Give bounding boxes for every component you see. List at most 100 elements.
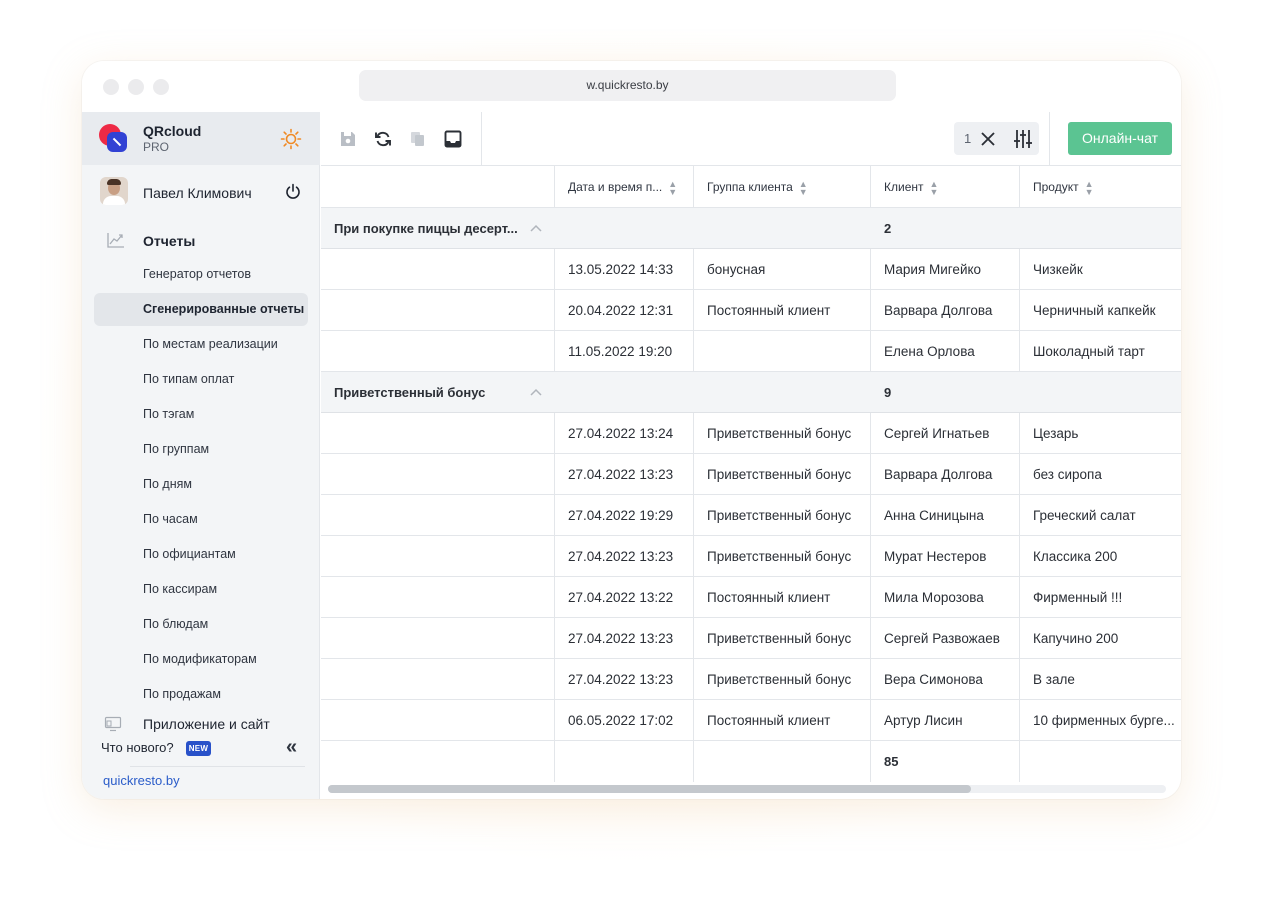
- sidebar-item-by-hours[interactable]: По часам: [94, 503, 308, 536]
- save-icon[interactable]: [338, 129, 358, 149]
- sidebar-item-report-generator[interactable]: Генератор отчетов: [94, 258, 308, 291]
- title-bar: w.quickresto.by: [82, 61, 1181, 112]
- main-content: 1 Онлайн-чат Дата и время п... ▲ ▼ Групп…: [321, 112, 1181, 799]
- horizontal-scrollbar[interactable]: [328, 785, 1166, 793]
- table-cell: [321, 577, 555, 617]
- chart-trend-icon: [107, 233, 124, 248]
- table-cell: Чизкейк: [1033, 262, 1083, 277]
- sidebar-item-by-locations[interactable]: По местам реализации: [94, 328, 308, 361]
- group-row[interactable]: Приветственный бонус 9: [321, 372, 1181, 413]
- brand-plan: PRO: [143, 140, 170, 154]
- table-cell: Варвара Долгова: [871, 454, 1020, 494]
- sidebar-item-by-groups[interactable]: По группам: [94, 433, 308, 466]
- table-row[interactable]: 20.04.2022 12:31 Постоянный клиент Варва…: [321, 290, 1181, 331]
- table-cell: [321, 249, 555, 289]
- table-cell: [321, 454, 555, 494]
- copy-icon[interactable]: [408, 129, 428, 149]
- online-chat-button[interactable]: Онлайн-чат: [1068, 122, 1172, 155]
- table-cell: Приветственный бонус: [694, 454, 871, 494]
- table-row[interactable]: 27.04.2022 13:23 Приветственный бонус Му…: [321, 536, 1181, 577]
- table-cell: Приветственный бонус: [694, 495, 871, 535]
- sliders-icon[interactable]: [1012, 128, 1034, 150]
- column-header-product[interactable]: Продукт ▲ ▼: [1020, 166, 1181, 207]
- group-row[interactable]: При покупке пиццы десерт... 2: [321, 208, 1181, 249]
- column-header-datetime[interactable]: Дата и время п... ▲ ▼: [555, 166, 694, 207]
- table-cell: Постоянный клиент: [694, 577, 871, 617]
- refresh-icon[interactable]: [373, 129, 393, 149]
- table-row[interactable]: 27.04.2022 13:23 Приветственный бонус Ве…: [321, 659, 1181, 700]
- toolbar: 1 Онлайн-чат: [321, 112, 1181, 166]
- table-cell: Постоянный клиент: [694, 700, 871, 740]
- user-profile[interactable]: Павел Климович: [82, 165, 320, 217]
- table-cell: 27.04.2022 13:23: [555, 454, 694, 494]
- collapse-sidebar-icon[interactable]: «: [286, 736, 297, 759]
- sort-icon[interactable]: ▲ ▼: [668, 179, 677, 196]
- monitor-icon: [104, 716, 122, 732]
- table-cell: Артур Лисин: [871, 700, 1020, 740]
- app-and-site-label: Приложение и сайт: [143, 716, 270, 732]
- theme-sun-icon[interactable]: [280, 128, 302, 150]
- close-icon[interactable]: [979, 130, 997, 148]
- table-row[interactable]: 11.05.2022 19:20 Елена Орлова Шоколадный…: [321, 331, 1181, 372]
- sidebar-item-by-waiters[interactable]: По официантам: [94, 538, 308, 571]
- table-cell: Классика 200: [1033, 549, 1118, 564]
- active-filter-chip[interactable]: 1: [954, 122, 1039, 155]
- column-header-label: Группа клиента: [707, 180, 793, 194]
- table-cell: Черничный капкейк: [1033, 303, 1156, 318]
- power-icon[interactable]: [285, 183, 301, 199]
- table-cell: Мурат Нестеров: [871, 536, 1020, 576]
- group-count: 9: [884, 385, 892, 400]
- app-and-site-section[interactable]: Приложение и сайт: [82, 712, 320, 736]
- table-row[interactable]: 27.04.2022 13:23 Приветственный бонус Се…: [321, 618, 1181, 659]
- column-header-client-group[interactable]: Группа клиента ▲ ▼: [694, 166, 871, 207]
- sidebar-item-by-days[interactable]: По дням: [94, 468, 308, 501]
- table-cell: [555, 741, 694, 782]
- sidebar-item-by-cashiers[interactable]: По кассирам: [94, 573, 308, 606]
- user-name: Павел Климович: [143, 185, 252, 201]
- chevron-up-icon[interactable]: [530, 387, 542, 397]
- sort-icon[interactable]: ▲ ▼: [930, 179, 939, 196]
- table-cell: Елена Орлова: [871, 331, 1020, 371]
- table-row[interactable]: 13.05.2022 14:33 бонусная Мария Мигейко …: [321, 249, 1181, 290]
- sidebar-item-by-dishes[interactable]: По блюдам: [94, 608, 308, 641]
- sidebar-item-by-payment-types[interactable]: По типам оплат: [94, 363, 308, 396]
- column-header-label: Продукт: [1033, 180, 1079, 194]
- inbox-icon[interactable]: [443, 129, 463, 149]
- sidebar-item-generated-reports[interactable]: Сгенерированные отчеты: [94, 293, 308, 326]
- table-cell: [694, 741, 871, 782]
- column-header-client[interactable]: Клиент ▲ ▼: [871, 166, 1020, 207]
- scrollbar-thumb[interactable]: [328, 785, 971, 793]
- table-cell: [321, 659, 555, 699]
- table-cell: Анна Синицына: [871, 495, 1020, 535]
- chevron-up-icon[interactable]: [530, 223, 542, 233]
- window-minimize-dot[interactable]: [128, 79, 144, 95]
- table-row[interactable]: 27.04.2022 13:22 Постоянный клиент Мила …: [321, 577, 1181, 618]
- table-row[interactable]: 27.04.2022 19:29 Приветственный бонус Ан…: [321, 495, 1181, 536]
- table-cell: Греческий салат: [1033, 508, 1136, 523]
- table-row[interactable]: 06.05.2022 17:02 Постоянный клиент Артур…: [321, 700, 1181, 741]
- address-bar[interactable]: w.quickresto.by: [359, 70, 896, 101]
- brand-logo-icon: [99, 124, 129, 154]
- table-row[interactable]: 27.04.2022 13:23 Приветственный бонус Ва…: [321, 454, 1181, 495]
- window-close-dot[interactable]: [103, 79, 119, 95]
- sidebar-item-by-modifiers[interactable]: По модификаторам: [94, 643, 308, 676]
- table-cell: Варвара Долгова: [871, 290, 1020, 330]
- table-cell: Приветственный бонус: [694, 659, 871, 699]
- table-cell: [321, 495, 555, 535]
- brand-name: QRcloud: [143, 123, 202, 139]
- table-cell: [321, 413, 555, 453]
- table-row[interactable]: 27.04.2022 13:24 Приветственный бонус Се…: [321, 413, 1181, 454]
- table-cell: Цезарь: [1033, 426, 1079, 441]
- reports-section[interactable]: Отчеты: [82, 226, 320, 256]
- sidebar-item-by-sales[interactable]: По продажам: [94, 678, 308, 711]
- sidebar-item-by-tags[interactable]: По тэгам: [94, 398, 308, 431]
- browser-window: w.quickresto.by QRcloud PRO Павел Климов…: [82, 61, 1181, 799]
- toolbar-divider: [1049, 112, 1050, 165]
- site-link[interactable]: quickresto.by: [103, 773, 180, 788]
- sidebar-divider: [130, 766, 305, 767]
- whats-new-link[interactable]: Что нового?: [101, 740, 174, 755]
- sort-icon[interactable]: ▲ ▼: [799, 179, 808, 196]
- column-header-label: Клиент: [884, 180, 924, 194]
- sort-icon[interactable]: ▲ ▼: [1085, 179, 1094, 196]
- window-maximize-dot[interactable]: [153, 79, 169, 95]
